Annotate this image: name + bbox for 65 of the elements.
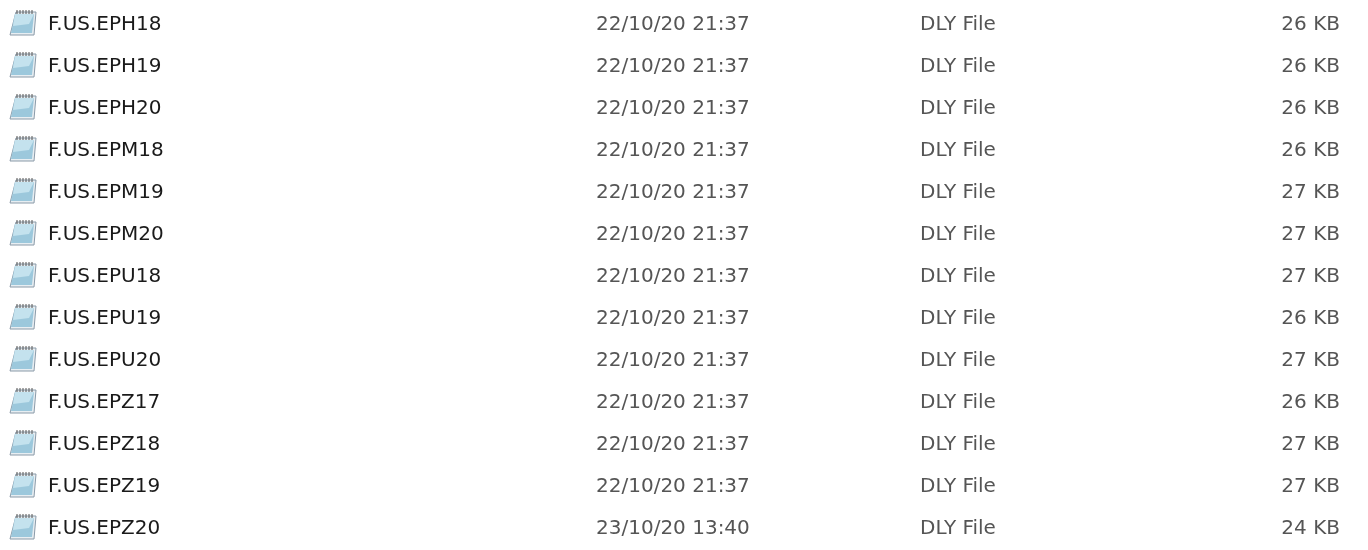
file-type: DLY File <box>920 179 997 203</box>
file-name[interactable]: F.US.EPZ19 <box>48 473 596 497</box>
file-size: 27 KB <box>1280 347 1340 371</box>
modified-date: 22/10/20 21:37 <box>596 263 751 287</box>
modified-date: 22/10/20 21:37 <box>596 431 751 455</box>
file-type: DLY File <box>920 263 997 287</box>
file-name[interactable]: F.US.EPZ18 <box>48 431 596 455</box>
file-size: 27 KB <box>1280 473 1340 497</box>
file-type: DLY File <box>920 221 997 245</box>
file-size: 26 KB <box>1280 95 1340 119</box>
file-size: 26 KB <box>1280 389 1340 413</box>
file-name[interactable]: F.US.EPH18 <box>48 11 596 35</box>
file-size: 26 KB <box>1280 11 1340 35</box>
modified-date: 22/10/20 21:37 <box>596 179 751 203</box>
file-size: 24 KB <box>1280 515 1340 539</box>
notepad-file-icon <box>7 344 39 374</box>
file-type: DLY File <box>920 53 997 77</box>
notepad-file-icon <box>7 92 39 122</box>
file-type: DLY File <box>920 431 997 455</box>
file-type: DLY File <box>920 515 997 539</box>
notepad-file-icon <box>7 428 39 458</box>
file-size: 26 KB <box>1280 137 1340 161</box>
modified-date: 22/10/20 21:37 <box>596 95 751 119</box>
file-type: DLY File <box>920 95 997 119</box>
file-type: DLY File <box>920 305 997 329</box>
modified-date: 22/10/20 21:37 <box>596 473 751 497</box>
notepad-file-icon <box>7 386 39 416</box>
file-name[interactable]: F.US.EPH20 <box>48 95 596 119</box>
file-size: 27 KB <box>1280 221 1340 245</box>
file-type: DLY File <box>920 347 997 371</box>
notepad-file-icon <box>7 8 39 38</box>
notepad-file-icon <box>7 50 39 80</box>
modified-date: 22/10/20 21:37 <box>596 347 751 371</box>
modified-date: 22/10/20 21:37 <box>596 53 751 77</box>
file-type: DLY File <box>920 389 997 413</box>
file-size: 27 KB <box>1280 179 1340 203</box>
modified-date: 23/10/20 13:40 <box>596 515 751 539</box>
file-size: 27 KB <box>1280 431 1340 455</box>
file-type: DLY File <box>920 137 997 161</box>
file-name[interactable]: F.US.EPM18 <box>48 137 596 161</box>
file-name[interactable]: F.US.EPM19 <box>48 179 596 203</box>
file-size: 27 KB <box>1280 263 1340 287</box>
notepad-file-icon <box>7 302 39 332</box>
notepad-file-icon <box>7 134 39 164</box>
notepad-file-icon <box>7 260 39 290</box>
file-size: 26 KB <box>1280 305 1340 329</box>
modified-date: 22/10/20 21:37 <box>596 137 751 161</box>
modified-date: 22/10/20 21:37 <box>596 389 751 413</box>
file-name[interactable]: F.US.EPZ20 <box>48 515 596 539</box>
notepad-file-icon <box>7 176 39 206</box>
file-name[interactable]: F.US.EPU19 <box>48 305 596 329</box>
notepad-file-icon <box>7 218 39 248</box>
file-name[interactable]: F.US.EPU20 <box>48 347 596 371</box>
notepad-file-icon <box>7 470 39 500</box>
modified-date: 22/10/20 21:37 <box>596 305 751 329</box>
file-name[interactable]: F.US.EPH19 <box>48 53 596 77</box>
file-name[interactable]: F.US.EPU18 <box>48 263 596 287</box>
file-type: DLY File <box>920 11 997 35</box>
file-type: DLY File <box>920 473 997 497</box>
file-name[interactable]: F.US.EPZ17 <box>48 389 596 413</box>
notepad-file-icon <box>7 512 39 542</box>
file-name[interactable]: F.US.EPM20 <box>48 221 596 245</box>
file-size: 26 KB <box>1280 53 1340 77</box>
modified-date: 22/10/20 21:37 <box>596 11 751 35</box>
modified-date: 22/10/20 21:37 <box>596 221 751 245</box>
